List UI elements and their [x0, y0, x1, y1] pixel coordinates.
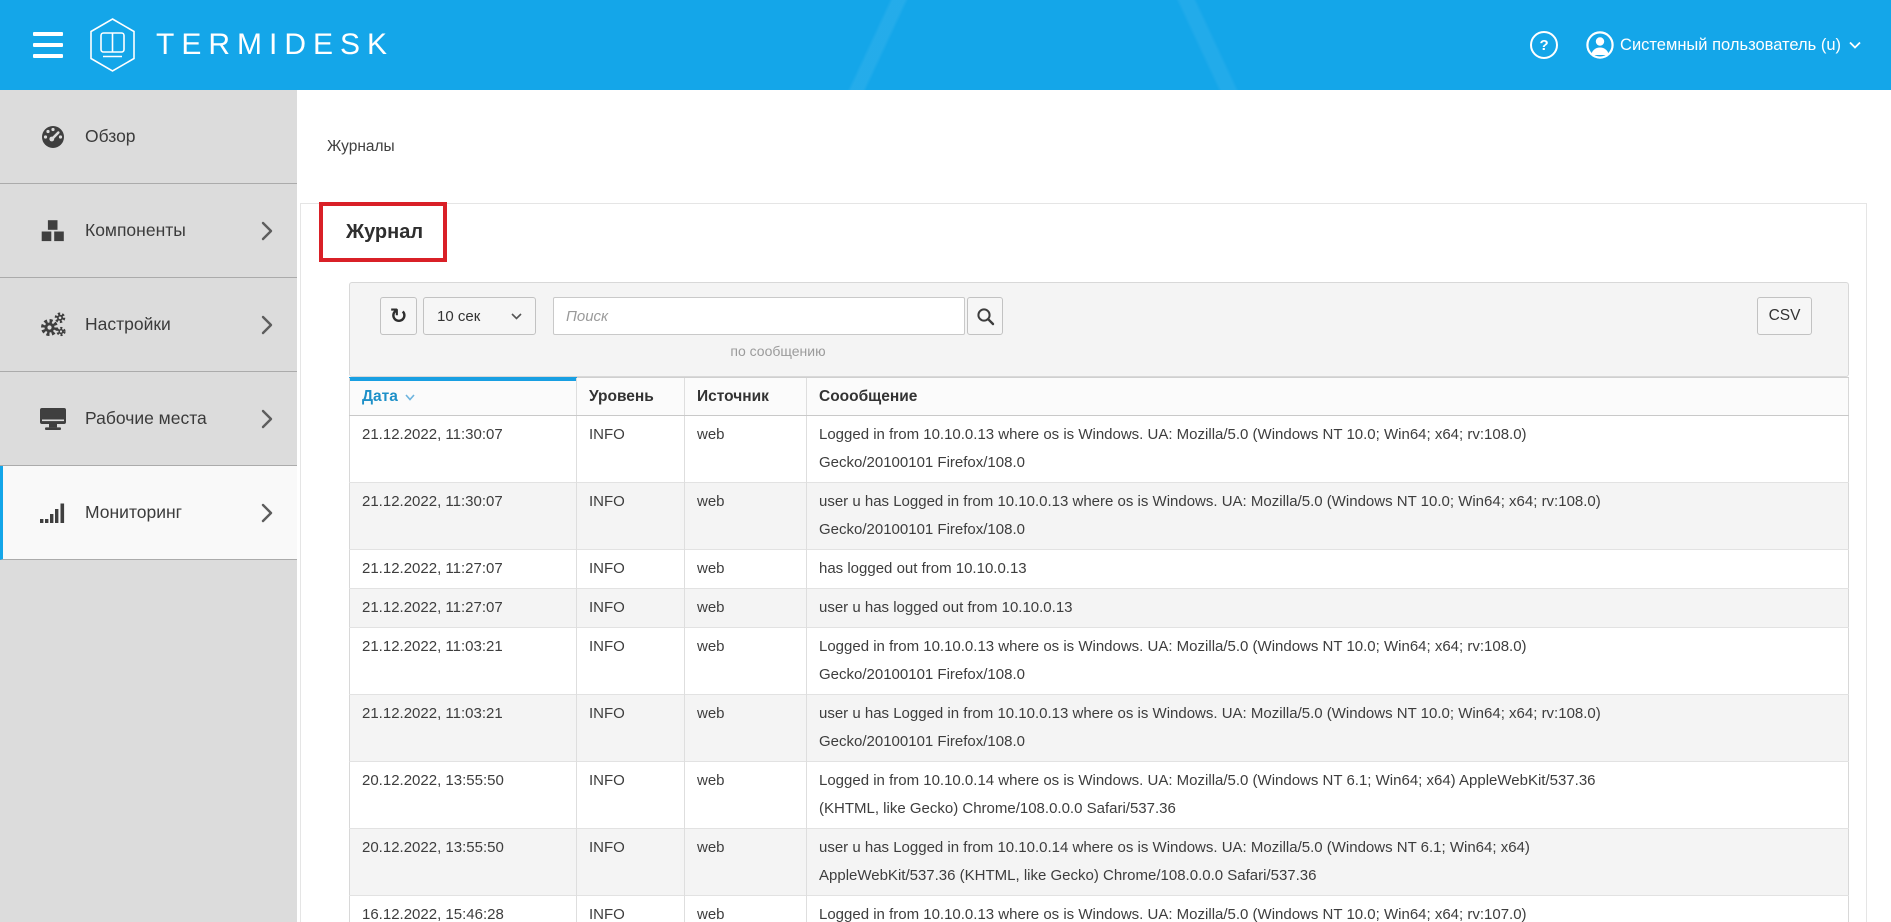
cell-level: INFO [577, 589, 685, 628]
log-table: ДатаУровеньИсточникСоообщение 21.12.2022… [349, 377, 1849, 922]
sidebar-item-label: Обзор [85, 126, 136, 147]
table-row: 21.12.2022, 11:27:07INFOwebhas logged ou… [350, 550, 1849, 589]
main-content: Журналы Журнал ↻ 10 сек [297, 90, 1891, 922]
cell-date: 20.12.2022, 13:55:50 [350, 762, 577, 829]
csv-export-button[interactable]: CSV [1757, 297, 1812, 335]
cell-message: user u has logged out from 10.10.0.13 [807, 589, 1849, 628]
sidebar-item-label: Настройки [85, 314, 171, 335]
column-header-date[interactable]: Дата [350, 378, 577, 416]
cell-message: Logged in from 10.10.0.13 where os is Wi… [807, 628, 1849, 695]
table-row: 21.12.2022, 11:30:07INFOwebLogged in fro… [350, 416, 1849, 483]
column-header-level[interactable]: Уровень [577, 378, 685, 416]
search-button[interactable] [967, 297, 1003, 335]
search-field-hint: по сообщению [553, 343, 1003, 359]
cell-message: user u has Logged in from 10.10.0.14 whe… [807, 829, 1849, 896]
cubes-icon [36, 218, 70, 244]
refresh-button[interactable]: ↻ [380, 297, 417, 335]
breadcrumb: Журналы [297, 90, 1891, 203]
table-row: 21.12.2022, 11:30:07INFOwebuser u has Lo… [350, 483, 1849, 550]
sidebar-item-label: Мониторинг [85, 502, 182, 523]
cell-date: 21.12.2022, 11:27:07 [350, 550, 577, 589]
cell-source: web [685, 829, 807, 896]
cell-level: INFO [577, 829, 685, 896]
gauge-icon [36, 124, 70, 150]
topbar: TERMIDESK ? Системный пользователь (u) [0, 0, 1891, 90]
cell-level: INFO [577, 762, 685, 829]
sidebar-item-label: Рабочие места [85, 408, 207, 429]
user-avatar-icon [1586, 31, 1614, 59]
cell-source: web [685, 483, 807, 550]
cell-date: 20.12.2022, 13:55:50 [350, 829, 577, 896]
cell-level: INFO [577, 483, 685, 550]
cell-date: 21.12.2022, 11:27:07 [350, 589, 577, 628]
chevron-right-icon [261, 409, 273, 429]
table-row: 20.12.2022, 13:55:50INFOwebLogged in fro… [350, 762, 1849, 829]
log-toolbar: ↻ 10 сек CSV [349, 282, 1849, 377]
sidebar-item-workplaces[interactable]: Рабочие места [0, 372, 297, 466]
sidebar: Обзор Компоненты Настройки Рабочие места… [0, 90, 297, 922]
table-row: 21.12.2022, 11:03:21INFOwebuser u has Lo… [350, 695, 1849, 762]
column-header-message[interactable]: Соообщение [807, 378, 1849, 416]
sidebar-item-label: Компоненты [85, 220, 186, 241]
table-row: 21.12.2022, 11:03:21INFOwebLogged in fro… [350, 628, 1849, 695]
chart-icon [36, 500, 70, 526]
cell-source: web [685, 762, 807, 829]
cell-date: 21.12.2022, 11:30:07 [350, 416, 577, 483]
table-row: 20.12.2022, 13:55:50INFOwebuser u has Lo… [350, 829, 1849, 896]
table-row: 16.12.2022, 15:46:28INFOwebLogged in fro… [350, 896, 1849, 922]
chevron-right-icon [261, 315, 273, 335]
search-input[interactable] [553, 297, 965, 335]
termidesk-logo: TERMIDESK [89, 18, 394, 72]
sidebar-item-components[interactable]: Компоненты [0, 184, 297, 278]
cell-date: 16.12.2022, 15:46:28 [350, 896, 577, 922]
sort-desc-icon [405, 388, 415, 405]
cell-date: 21.12.2022, 11:30:07 [350, 483, 577, 550]
chevron-down-icon [511, 313, 522, 320]
search-icon [976, 307, 995, 326]
cell-source: web [685, 416, 807, 483]
cell-source: web [685, 589, 807, 628]
cell-level: INFO [577, 695, 685, 762]
column-header-source[interactable]: Источник [685, 378, 807, 416]
journal-card: Журнал ↻ 10 сек [300, 203, 1867, 922]
cell-date: 21.12.2022, 11:03:21 [350, 695, 577, 762]
refresh-icon: ↻ [390, 304, 408, 328]
sidebar-item-overview[interactable]: Обзор [0, 90, 297, 184]
cell-date: 21.12.2022, 11:03:21 [350, 628, 577, 695]
brand-wordmark: TERMIDESK [156, 28, 394, 62]
logo-hexagon-icon [89, 18, 136, 72]
table-row: 21.12.2022, 11:27:07INFOwebuser u has lo… [350, 589, 1849, 628]
user-name: Системный пользователь (u) [1620, 36, 1841, 55]
page-title: Журнал [301, 204, 1866, 251]
chevron-right-icon [261, 221, 273, 241]
cell-level: INFO [577, 550, 685, 589]
sidebar-item-settings[interactable]: Настройки [0, 278, 297, 372]
interval-dropdown[interactable]: 10 сек [423, 297, 536, 335]
cell-source: web [685, 695, 807, 762]
cell-message: user u has Logged in from 10.10.0.13 whe… [807, 695, 1849, 762]
chevron-down-icon [1849, 41, 1861, 49]
cell-message: Logged in from 10.10.0.13 where os is Wi… [807, 896, 1849, 922]
hamburger-menu-icon[interactable] [33, 32, 63, 58]
help-icon[interactable]: ? [1530, 31, 1558, 59]
user-menu[interactable]: Системный пользователь (u) [1586, 31, 1861, 59]
interval-value: 10 сек [437, 308, 480, 325]
cell-source: web [685, 628, 807, 695]
cell-level: INFO [577, 628, 685, 695]
cell-source: web [685, 896, 807, 922]
cell-level: INFO [577, 416, 685, 483]
gears-icon [36, 312, 70, 338]
cell-message: has logged out from 10.10.0.13 [807, 550, 1849, 589]
cell-source: web [685, 550, 807, 589]
desktop-icon [36, 406, 70, 432]
cell-message: Logged in from 10.10.0.13 where os is Wi… [807, 416, 1849, 483]
cell-message: user u has Logged in from 10.10.0.13 whe… [807, 483, 1849, 550]
cell-level: INFO [577, 896, 685, 922]
cell-message: Logged in from 10.10.0.14 where os is Wi… [807, 762, 1849, 829]
chevron-right-icon [261, 503, 273, 523]
sidebar-item-monitoring[interactable]: Мониторинг [0, 466, 297, 560]
